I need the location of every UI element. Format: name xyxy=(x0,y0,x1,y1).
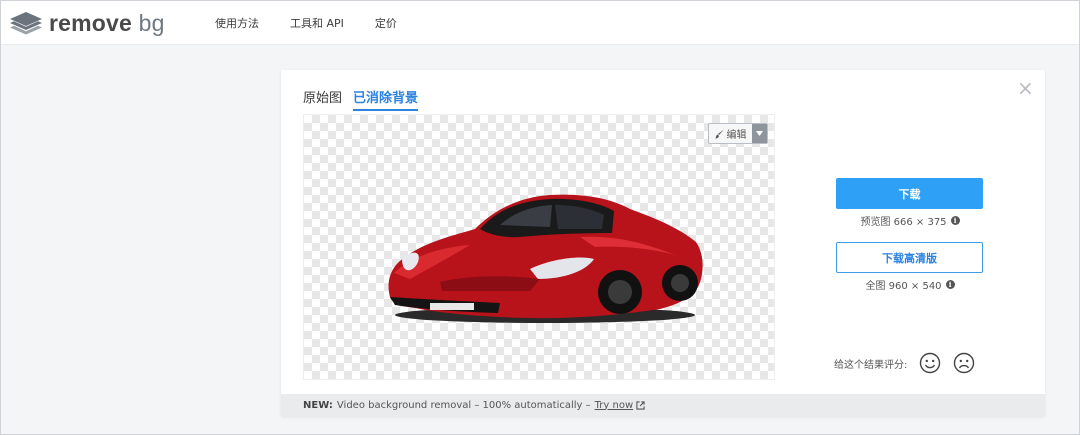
external-link-icon[interactable] xyxy=(636,400,645,410)
info-icon-hd[interactable]: i xyxy=(945,280,955,289)
try-now-link[interactable]: Try now xyxy=(595,400,633,411)
result-preview: 编辑 xyxy=(303,114,775,380)
edit-button-main[interactable]: 编辑 xyxy=(709,124,752,143)
preview-size-text: 预览图 666 × 375 xyxy=(860,217,947,228)
nav-item-how-to-use[interactable]: 使用方法 xyxy=(215,15,259,31)
banner-text: Video background removal – 100% automati… xyxy=(336,399,591,411)
top-header: remove bg 使用方法 工具和 API 定价 xyxy=(1,1,1079,45)
happy-face-icon[interactable] xyxy=(919,352,941,374)
caret-down-icon xyxy=(756,131,763,136)
edit-label: 编辑 xyxy=(726,130,747,141)
download-hd-button[interactable]: 下载高清版 xyxy=(836,242,983,273)
sad-face-icon[interactable] xyxy=(953,352,975,374)
logo[interactable]: remove bg xyxy=(9,9,165,37)
car-image xyxy=(388,194,703,323)
preview-size-info: 预览图 666 × 375 i xyxy=(836,213,984,228)
download-panel: 下载 预览图 666 × 375 i 下载高清版 全图 960 × 540 i xyxy=(836,178,984,306)
image-tabs: 原始图 已消除背景 xyxy=(303,87,429,111)
rating-label: 给这个结果评分: xyxy=(834,359,908,371)
tab-removed-background[interactable]: 已消除背景 xyxy=(353,87,419,111)
full-size-info: 全图 960 × 540 i xyxy=(836,277,984,292)
tab-original[interactable]: 原始图 xyxy=(303,87,342,111)
layers-logo-icon xyxy=(10,12,42,35)
download-button[interactable]: 下载 xyxy=(836,178,983,209)
nav-item-pricing[interactable]: 定价 xyxy=(375,15,397,31)
rating-row: 给这个结果评分: xyxy=(834,352,975,374)
full-size-text: 全图 960 × 540 xyxy=(865,281,942,292)
edit-dropdown-toggle[interactable] xyxy=(752,124,767,143)
close-icon[interactable]: × xyxy=(1017,78,1034,98)
nav-item-tools-api[interactable]: 工具和 API xyxy=(290,15,344,31)
edit-button[interactable]: 编辑 xyxy=(708,123,768,144)
new-feature-banner: NEW: Video background removal – 100% aut… xyxy=(281,394,1045,416)
logo-wordmark: remove bg xyxy=(49,10,165,37)
main-nav: 使用方法 工具和 API 定价 xyxy=(215,15,428,31)
new-label: NEW: xyxy=(303,399,333,411)
brush-icon xyxy=(715,129,724,138)
logo-text-remove: remove xyxy=(49,9,133,36)
info-icon[interactable]: i xyxy=(950,216,960,225)
result-card: 原始图 已消除背景 × 编辑 下载 预览图 666 × 375 i 下载高清版 … xyxy=(281,70,1045,416)
logo-text-bg: bg xyxy=(138,9,165,36)
